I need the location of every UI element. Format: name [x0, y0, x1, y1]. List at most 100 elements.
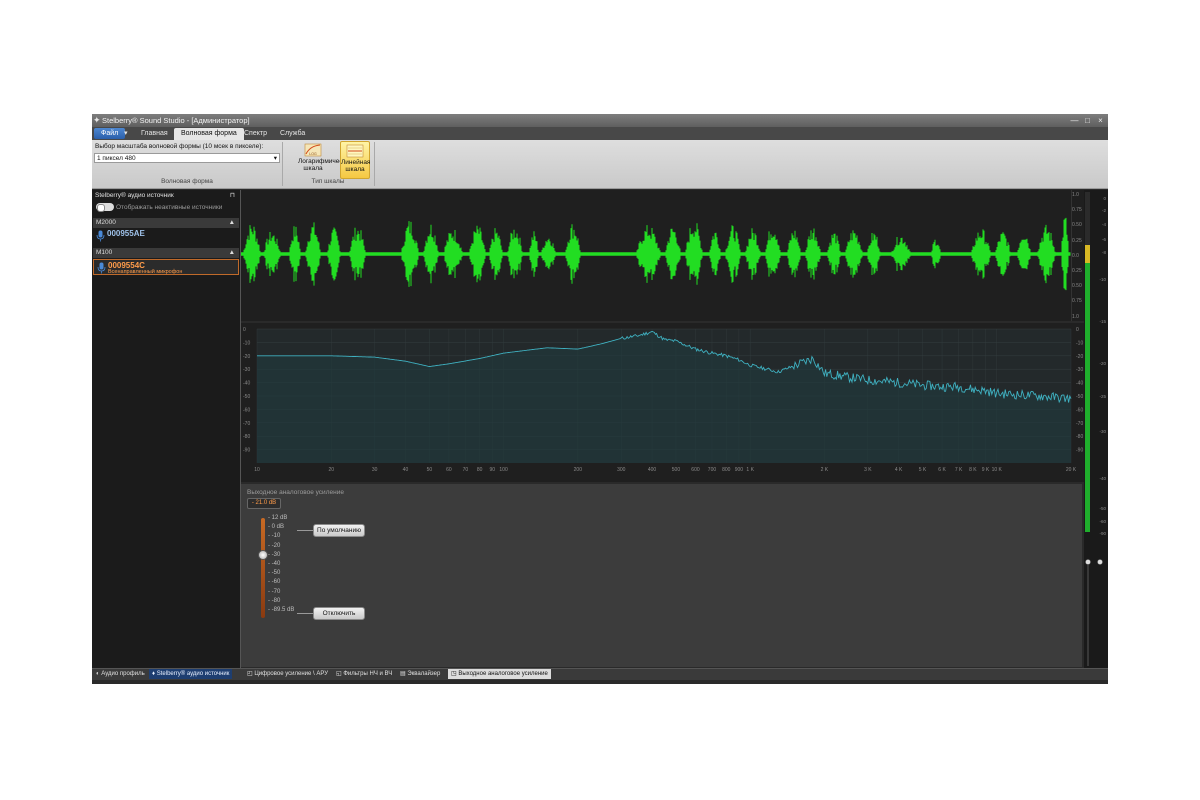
device-description: Всенаправленный микрофон	[108, 269, 183, 275]
bottom-tab-bar: ◐ Аудио профиль ♦ Stelberry® аудио источ…	[92, 668, 1108, 680]
tab-lowhigh-filters[interactable]: ◱ Фильтры НЧ и ВЧ	[333, 669, 395, 679]
meter-peak-fill	[1085, 245, 1090, 263]
show-inactive-toggle[interactable]	[96, 203, 114, 212]
tab-label: Stelberry® аудио источник	[156, 671, 230, 677]
y-tick-label: -60	[243, 407, 250, 413]
close-button[interactable]: ×	[1096, 116, 1105, 125]
meter-tick-label: -25	[1099, 394, 1106, 399]
default-button[interactable]: По умолчанию	[313, 524, 365, 537]
waveform-amplitude-scale: 1.0 0.75 0.50 0.25 0.0 0.25 0.50 0.75 1.0	[1071, 190, 1085, 321]
y-tick-label: -40	[243, 381, 250, 387]
chevron-down-icon: ▾	[273, 155, 277, 162]
amplitude-tick-label: 0.25	[1072, 237, 1082, 244]
y-tick-label-right: -30	[1076, 367, 1083, 373]
x-tick-label: 80	[477, 467, 483, 473]
tab-analog-gain[interactable]: ◳ Выходное аналоговое усиление	[448, 669, 551, 679]
minimize-button[interactable]: —	[1070, 116, 1079, 125]
meter-tick-label: -6	[1102, 237, 1106, 242]
tab-audio-source[interactable]: ♦ Stelberry® аудио источник	[149, 669, 233, 679]
app-logo-icon: ✦	[93, 115, 101, 125]
tab-label: Цифровое усиление \ АРУ	[254, 671, 329, 677]
tab-waveform[interactable]: Волновая форма	[174, 128, 244, 140]
chevron-up-icon[interactable]: ▲	[229, 218, 235, 228]
meter-tick-label: -20	[1099, 361, 1106, 366]
sound-studio-window: ✦ Stelberry® Sound Studio - [Администрат…	[92, 114, 1108, 684]
spectrum-pane: 0 0 -10 -10 -20 -20 -30 -30 -40 -40 -50 -50 -60 -60 -7…	[241, 323, 1084, 482]
meter-tick-label: -8	[1102, 250, 1106, 255]
x-tick-label: 1 K	[746, 467, 754, 473]
meter-tick-label: -60	[1099, 519, 1106, 524]
x-tick-label: 600	[691, 467, 700, 473]
gain-scale-label: - -89.5 dB	[268, 607, 295, 613]
y-tick-label-right: -10	[1076, 340, 1083, 346]
waveform-display[interactable]	[240, 190, 1071, 321]
x-tick-label: 400	[648, 467, 657, 473]
x-tick-label: 20	[328, 467, 334, 473]
log-scale-icon: LOG	[304, 143, 322, 157]
device-item-000955ae[interactable]: 000955AE	[93, 228, 239, 244]
tab-equalizer[interactable]: ▤ Эквалайзер	[397, 669, 443, 679]
amplitude-tick-label: 0.75	[1072, 298, 1082, 305]
meter-tick-label: 0	[1103, 196, 1106, 201]
gain-slider-track[interactable]	[261, 518, 265, 618]
device-name: 000955AE	[107, 229, 145, 238]
device-item-0009554c[interactable]: 0009554C Всенаправленный микрофон	[93, 259, 239, 275]
y-tick-label-right: -60	[1076, 407, 1083, 413]
log-icon-label: LOG	[309, 152, 317, 156]
title-bar: ✦ Stelberry® Sound Studio - [Администрат…	[92, 114, 1108, 127]
tab-label: Эквалайзер	[407, 671, 441, 677]
x-tick-label: 300	[617, 467, 626, 473]
microphone-icon	[96, 230, 105, 242]
disable-button[interactable]: Отключить	[313, 607, 365, 620]
tab-spectrum[interactable]: Спектр	[237, 128, 274, 139]
device-group-label: M100	[96, 249, 113, 256]
x-tick-label: 5 K	[919, 467, 927, 473]
pin-icon[interactable]: ⊓	[230, 191, 235, 200]
x-tick-label: 800	[722, 467, 731, 473]
tab-label: Аудио профиль	[101, 671, 145, 677]
tab-file[interactable]: Файл	[94, 128, 126, 139]
linear-scale-button[interactable]: Линейная шкала	[340, 141, 370, 179]
y-tick-label: -70	[243, 421, 250, 427]
tab-audio-profile[interactable]: ◐ Аудио профиль	[93, 669, 148, 679]
y-tick-label-right: -50	[1076, 394, 1083, 400]
device-group-m100[interactable]: M100 ▲	[93, 248, 239, 258]
panel-title-text: Stelberry® аудио источник	[95, 192, 174, 199]
x-tick-label: 10	[254, 467, 260, 473]
gain-scale-label: - -10	[268, 533, 281, 540]
amplitude-tick-label: 0.0	[1072, 252, 1079, 259]
microphone-icon	[97, 262, 106, 274]
waveform-signal	[240, 217, 1071, 291]
quick-access-icon[interactable]: ▾	[122, 128, 130, 139]
y-tick-label-right: -40	[1076, 381, 1083, 387]
group-label-waveform: Волновая форма	[161, 178, 213, 185]
tab-label: Фильтры НЧ и ВЧ	[343, 671, 393, 677]
chevron-up-icon[interactable]: ▲	[229, 248, 235, 258]
tab-home[interactable]: Главная	[134, 128, 175, 139]
scale-select[interactable]: 1 пиксел 480 ▾	[94, 153, 280, 163]
gain-scale-label: - -30	[268, 551, 281, 558]
amplitude-tick-label: 0.25	[1072, 268, 1082, 274]
gain-scale-label: - -70	[268, 588, 281, 595]
x-tick-label: 3 K	[864, 467, 872, 473]
tab-service[interactable]: Служба	[273, 128, 312, 139]
maximize-button[interactable]: □	[1083, 116, 1092, 125]
tab-digital-gain[interactable]: ◰ Цифровое усиление \ АРУ	[244, 669, 331, 679]
y-tick-label: -10	[243, 340, 250, 346]
device-group-m2000[interactable]: M2000 ▲	[93, 218, 239, 228]
linear-scale-icon	[346, 144, 364, 158]
meter-knob	[1085, 559, 1091, 565]
gain-scale-label: - -60	[268, 579, 281, 586]
gain-slider-thumb[interactable]	[258, 550, 268, 560]
x-tick-label: 20 K	[1066, 467, 1077, 473]
x-tick-label: 10 K	[992, 467, 1003, 473]
y-tick-label-right: -80	[1076, 434, 1083, 440]
spectrum-chart[interactable]: 0 0 -10 -10 -20 -20 -30 -30 -40 -40 -50 -50 -60 -60 -7…	[241, 323, 1084, 482]
amplitude-tick-label: 0.50	[1072, 283, 1082, 290]
log-scale-button[interactable]: LOG Логарифмическая шкала	[298, 141, 353, 179]
y-tick-label: -50	[243, 394, 250, 400]
analog-gain-pane: Выходное аналоговое усиление - 21.0 dB -…	[241, 484, 1082, 667]
y-tick-label-right: -70	[1076, 421, 1083, 427]
tab-label: Выходное аналоговое усиление	[458, 671, 548, 677]
device-group-label: M2000	[96, 219, 116, 226]
